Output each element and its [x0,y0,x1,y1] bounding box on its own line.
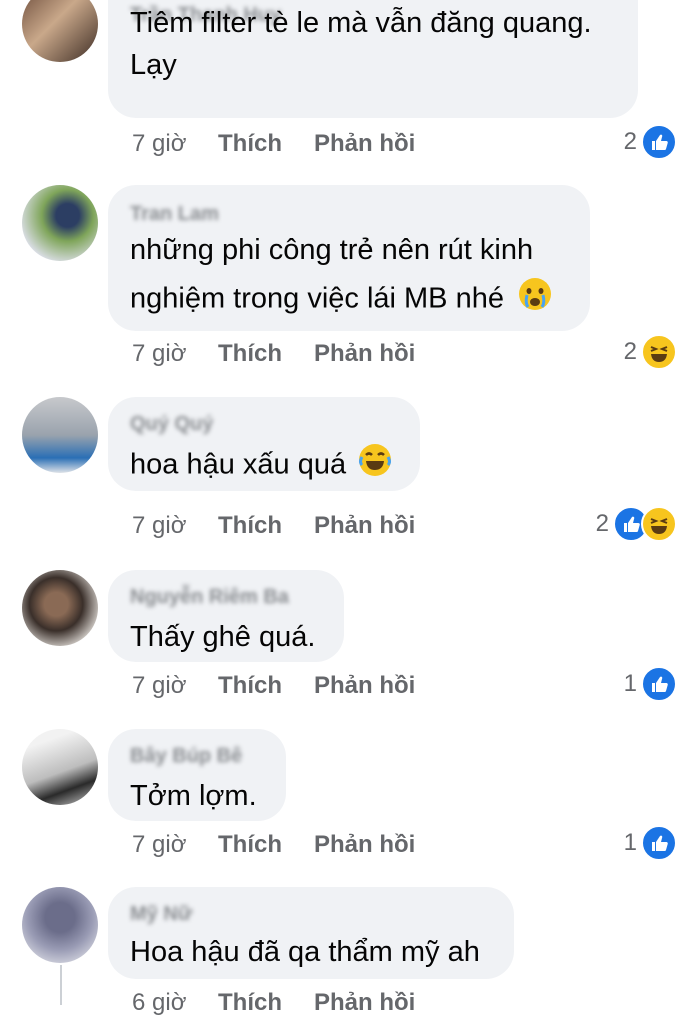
reply-link[interactable]: Phản hồi [314,130,415,158]
reaction-summary[interactable]: 2 [623,124,677,160]
avatar[interactable] [22,887,98,963]
comment-timestamp[interactable]: 7 giờ [132,672,186,700]
comment-timestamp[interactable]: 7 giờ [132,512,186,540]
comment-text-line: Hoa hậu đã qa thẩm mỹ ah [130,936,480,968]
comment-text-line: nghiệm trong việc lái MB nhé [130,277,572,323]
comment-text-line: những phi công trẻ nên rút kinh [130,234,534,266]
comment-bubble: Bây Búp Bê Tởm lợm. [108,729,286,821]
avatar[interactable] [22,729,98,805]
comment-timestamp[interactable]: 7 giờ [132,340,186,368]
comment-author[interactable]: Bây Búp Bê [130,745,242,768]
haha-icon [641,506,677,542]
comment-timestamp[interactable]: 6 giờ [132,989,186,1017]
reaction-summary[interactable]: 2 [595,506,677,542]
reaction-summary[interactable]: 1 [623,825,677,861]
reaction-count: 1 [623,670,637,697]
laughing-tears-icon [358,443,392,489]
reaction-count: 2 [623,128,637,155]
comment-text-line: Lạy [130,49,177,81]
like-link[interactable]: Thích [218,672,282,700]
comment-text-line: Thấy ghê quá. [130,621,316,653]
like-icon [641,124,677,160]
like-link[interactable]: Thích [218,989,282,1017]
like-link[interactable]: Thích [218,340,282,368]
comment-author[interactable]: Quý Quý [130,413,213,436]
haha-icon [641,334,677,370]
comment-text-line: Tởm lợm. [130,780,257,812]
comment-bubble: Nguyễn Riêm Ba Thấy ghê quá. [108,570,344,662]
comment-bubble: Tran Lam những phi công trẻ nên rút kinh… [108,185,590,331]
avatar[interactable] [22,0,98,62]
like-icon [641,825,677,861]
comment-text-fragment: nghiệm trong việc lái MB nhé [130,282,504,315]
comment-bubble: Quý Quý hoa hậu xấu quá [108,397,420,491]
reaction-summary[interactable]: 2 [623,334,677,370]
avatar[interactable] [22,185,98,261]
reaction-summary[interactable]: 1 [623,666,677,702]
comment-author[interactable]: Nguyễn Riêm Ba [130,586,289,609]
crying-face-icon [518,277,552,323]
thread-line [60,965,62,1005]
reply-link[interactable]: Phản hồi [314,831,415,859]
like-link[interactable]: Thích [218,130,282,158]
comment-text-line: Tiêm filter tè le mà vẫn đăng quang. [130,7,592,39]
avatar[interactable] [22,570,98,646]
like-icon [641,666,677,702]
like-link[interactable]: Thích [218,512,282,540]
comment-timestamp[interactable]: 7 giờ [132,130,186,158]
comment-timestamp[interactable]: 7 giờ [132,831,186,859]
comment-author[interactable]: Tran Lam [130,203,219,226]
reaction-count: 2 [623,338,637,365]
reply-link[interactable]: Phản hồi [314,340,415,368]
comment-bubble: Mỹ Nữ Hoa hậu đã qa thẩm mỹ ah [108,887,514,979]
comment-text-line: hoa hậu xấu quá [130,443,402,489]
reaction-count: 2 [595,510,609,537]
avatar[interactable] [22,397,98,473]
comment-author[interactable]: Mỹ Nữ [130,903,192,926]
reply-link[interactable]: Phản hồi [314,672,415,700]
comment-text-fragment: hoa hậu xấu quá [130,448,347,481]
reaction-count: 1 [623,829,637,856]
comment-bubble: Trần Thanh Huy Tiêm filter tè le mà vẫn … [108,0,638,118]
reply-link[interactable]: Phản hồi [314,989,415,1017]
like-link[interactable]: Thích [218,831,282,859]
reply-link[interactable]: Phản hồi [314,512,415,540]
